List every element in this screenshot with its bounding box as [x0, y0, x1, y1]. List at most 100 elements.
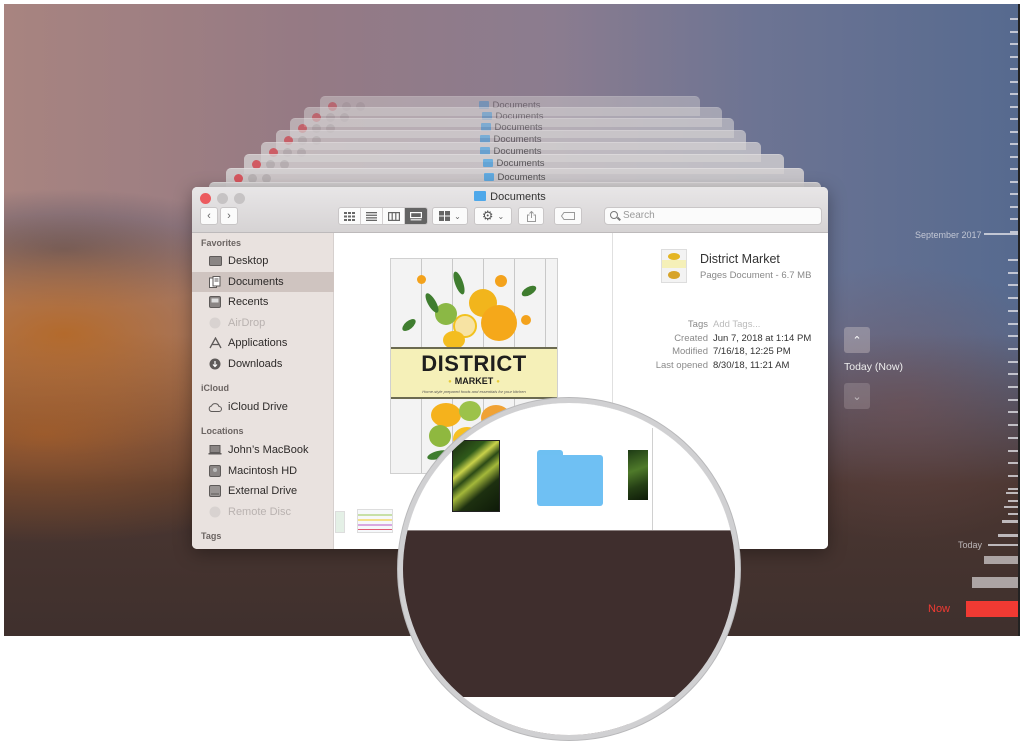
timeline-tick[interactable]: [1008, 309, 1018, 312]
metadata-value: 7/16/18, 12:25 PM: [713, 346, 791, 357]
timeline-tick[interactable]: [1010, 130, 1018, 133]
timeline-tick[interactable]: [1008, 259, 1018, 261]
timeline-tick[interactable]: [1010, 143, 1018, 145]
list-view-button[interactable]: [361, 208, 383, 224]
magnified-folder-icon[interactable]: [537, 450, 603, 506]
desktop-icon: [208, 255, 222, 267]
timeline-tick[interactable]: [1008, 449, 1018, 452]
search-input[interactable]: Search: [604, 207, 822, 225]
forward-button[interactable]: ›: [220, 207, 238, 225]
timeline-tick[interactable]: [1010, 168, 1018, 170]
previous-snapshot-button[interactable]: ⌃: [844, 327, 870, 353]
timeline-tick[interactable]: [1008, 335, 1018, 338]
timeline-tick[interactable]: [1008, 487, 1018, 490]
sidebar-item-icloud-drive[interactable]: iCloud Drive: [192, 397, 334, 417]
search-placeholder: Search: [623, 210, 655, 221]
share-button[interactable]: [518, 207, 544, 225]
timeline-tick[interactable]: [1010, 118, 1018, 120]
metadata-row-last-opened: Last opened 8/30/18, 11:21 AM: [613, 360, 828, 371]
sidebar-item-label: Macintosh HD: [228, 464, 298, 477]
sidebar-item-remote-disc[interactable]: Remote Disc: [192, 502, 334, 522]
timeline-tick[interactable]: [1010, 30, 1018, 33]
sidebar-item-downloads[interactable]: Downloads: [192, 354, 334, 374]
timeline-tick[interactable]: [1006, 492, 1018, 494]
column-view-icon: [387, 211, 400, 221]
timeline-tick[interactable]: [972, 577, 1018, 588]
timeline-tick[interactable]: [1010, 205, 1018, 208]
downloads-icon: [208, 358, 222, 370]
magnified-thumbnail-garden-photo[interactable]: [628, 450, 648, 500]
action-button[interactable]: ⚙ ⌄: [474, 207, 512, 225]
timeline-tick[interactable]: [1004, 506, 1018, 508]
magnified-below-area: [403, 697, 735, 735]
back-button[interactable]: ‹: [200, 207, 218, 225]
sidebar-section-icloud: iCloud: [201, 383, 229, 393]
timeline-tick[interactable]: [988, 544, 1018, 546]
sidebar-item-recents[interactable]: Recents: [192, 292, 334, 312]
timeline-tick[interactable]: [1008, 436, 1018, 439]
cover-banner: DISTRICT MARKET Home-style prepared food…: [391, 347, 557, 399]
timeline-tick[interactable]: [1008, 513, 1018, 515]
timeline-tick[interactable]: [1008, 284, 1018, 287]
window-title-text: Documents: [490, 191, 546, 203]
timeline-tick[interactable]: [1008, 411, 1018, 414]
timeline-tick[interactable]: [1010, 180, 1018, 183]
sidebar-item-john-s-macbook[interactable]: John’s MacBook: [192, 440, 334, 460]
column-view-button[interactable]: [383, 208, 405, 224]
tag-button[interactable]: [554, 207, 582, 225]
timeline-tick[interactable]: [1010, 55, 1018, 58]
timeline-tick[interactable]: [1008, 500, 1018, 503]
view-mode-control: [338, 207, 428, 225]
metadata-key: Modified: [672, 346, 708, 357]
external-drive-icon: [208, 485, 222, 498]
timeline-tick[interactable]: [1008, 462, 1018, 465]
timeline-tick[interactable]: [1010, 193, 1018, 195]
file-kind-size: Pages Document - 6.7 MB: [700, 270, 812, 281]
timeline-tick[interactable]: [1008, 474, 1018, 477]
sidebar-item-documents[interactable]: Documents: [192, 271, 334, 292]
sidebar-item-applications[interactable]: Applications: [192, 333, 334, 353]
sidebar-item-label: AirDrop: [228, 316, 266, 329]
icon-view-button[interactable]: [339, 208, 361, 224]
timeline-label-now: Now: [928, 603, 951, 615]
recents-icon: [208, 296, 222, 309]
sidebar-item-external-drive[interactable]: External Drive: [192, 481, 334, 501]
filmstrip-thumbnail-partial[interactable]: [335, 511, 345, 533]
timeline-tick[interactable]: [1010, 68, 1018, 70]
magnified-thumbnail-plant-photo[interactable]: [452, 440, 500, 512]
filmstrip-thumbnail-spreadsheet[interactable]: [357, 509, 393, 533]
timeline-tick[interactable]: [1010, 93, 1018, 95]
timeline-tick[interactable]: [998, 534, 1018, 537]
timeline-tick[interactable]: [1010, 80, 1018, 83]
timeline-tick[interactable]: [1010, 43, 1018, 45]
timeline-tick[interactable]: [1002, 520, 1018, 523]
gear-icon: ⚙: [481, 208, 494, 223]
icon-view-icon: [344, 211, 355, 221]
timeline-tick[interactable]: [1010, 18, 1018, 20]
sidebar-item-macintosh-hd[interactable]: Macintosh HD: [192, 461, 334, 481]
timeline-tick[interactable]: [1008, 398, 1018, 401]
next-snapshot-button[interactable]: ⌄: [844, 383, 870, 409]
timeline-tick[interactable]: [1008, 373, 1018, 376]
timeline-tick[interactable]: [984, 233, 1018, 235]
timeline-tick[interactable]: [1008, 347, 1018, 350]
timeline-tick[interactable]: [1008, 271, 1018, 274]
disc-icon: [208, 506, 222, 518]
timeline-tick[interactable]: [1010, 218, 1018, 220]
timeline-tick[interactable]: [1010, 105, 1018, 108]
sidebar-item-label: Applications: [228, 337, 288, 350]
timeline-tick[interactable]: [1010, 155, 1018, 158]
timeline-tick[interactable]: [1008, 424, 1018, 427]
timeline-tick[interactable]: [1008, 386, 1018, 388]
timeline-label-september-2017: September 2017: [915, 230, 982, 240]
timeline-tick[interactable]: [1008, 322, 1018, 325]
timeline-tick[interactable]: [984, 556, 1018, 564]
timeline-tick[interactable]: [966, 601, 1018, 617]
gallery-view-button[interactable]: [405, 208, 427, 224]
add-tags-field[interactable]: Add Tags...: [713, 319, 760, 330]
sidebar-item-desktop[interactable]: Desktop: [192, 251, 334, 271]
group-by-button[interactable]: ⌄: [432, 207, 468, 225]
timeline-tick[interactable]: [1008, 297, 1018, 300]
timeline-tick[interactable]: [1008, 360, 1018, 363]
sidebar-item-airdrop[interactable]: AirDrop: [192, 313, 334, 333]
